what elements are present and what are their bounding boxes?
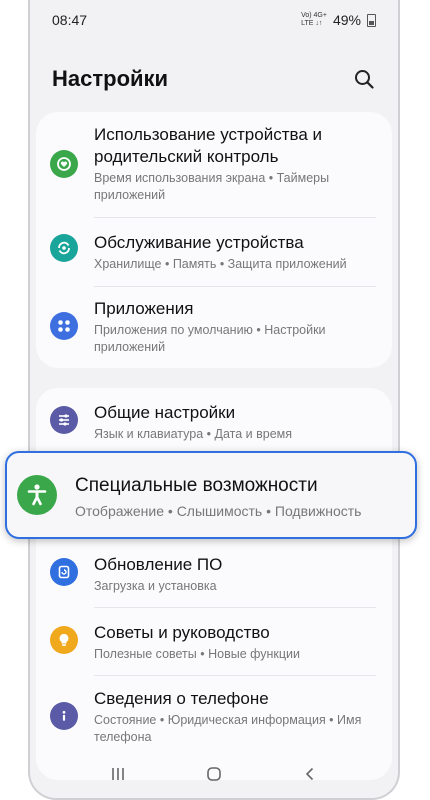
settings-card-1: Использование устройства и родительский …: [36, 112, 392, 368]
item-title: Специальные возможности: [75, 475, 318, 496]
item-subtitle: Загрузка и установка: [94, 579, 217, 593]
item-title: Советы и руководство: [94, 623, 270, 642]
software-update-icon: [50, 558, 78, 586]
settings-item-device-care[interactable]: Обслуживание устройства Хранилище • Памя…: [36, 232, 392, 292]
settings-item-general[interactable]: Общие настройки Язык и клавиатура • Дата…: [36, 402, 392, 446]
status-bar: 08:47 Vo) 4G+ LTE ↓↑ 49%: [30, 0, 398, 40]
item-title: Общие настройки: [94, 403, 236, 422]
divider: [94, 217, 376, 218]
settings-card-2: Общие настройки Язык и клавиатура • Дата…: [36, 388, 392, 780]
settings-item-about-phone[interactable]: Сведения о телефоне Состояние • Юридичес…: [36, 688, 392, 752]
home-icon[interactable]: [199, 759, 229, 789]
settings-item-accessibility[interactable]: Специальные возможности Отображение • Сл…: [5, 451, 417, 539]
divider: [94, 607, 376, 608]
network-indicator: Vo) 4G+ LTE ↓↑: [301, 12, 327, 27]
phone-frame: 08:47 Vo) 4G+ LTE ↓↑ 49% Настройки Испол…: [28, 0, 400, 800]
header: Настройки: [52, 62, 376, 96]
sliders-icon: [50, 406, 78, 434]
item-title: Использование устройства и родительский …: [94, 125, 322, 166]
item-subtitle: Полезные советы • Новые функции: [94, 647, 301, 661]
item-title: Обслуживание устройства: [94, 233, 304, 252]
lightbulb-icon: [50, 626, 78, 654]
accessibility-icon: [17, 475, 57, 515]
settings-item-apps[interactable]: Приложения Приложения по умолчанию • Нас…: [36, 298, 392, 362]
battery-icon: [367, 13, 376, 27]
item-subtitle: Время использования экрана • Таймеры при…: [94, 171, 330, 202]
search-icon[interactable]: [352, 67, 376, 91]
item-subtitle: Состояние • Юридическая информация • Имя…: [94, 713, 362, 744]
recent-apps-icon[interactable]: [103, 759, 133, 789]
page-title: Настройки: [52, 66, 169, 91]
status-indicators: Vo) 4G+ LTE ↓↑ 49%: [301, 12, 376, 28]
settings-item-digital-wellbeing[interactable]: Использование устройства и родительский …: [36, 124, 392, 210]
status-time: 08:47: [52, 12, 88, 28]
divider: [94, 286, 376, 287]
item-subtitle: Приложения по умолчанию • Настройки прил…: [94, 323, 326, 354]
item-title: Обновление ПО: [94, 555, 223, 574]
digital-wellbeing-icon: [50, 150, 78, 178]
item-subtitle: Хранилище • Память • Защита приложений: [94, 257, 347, 271]
settings-item-tips[interactable]: Советы и руководство Полезные советы • Н…: [36, 622, 392, 666]
item-title: Приложения: [94, 299, 194, 318]
settings-item-software-update[interactable]: Обновление ПО Загрузка и установка: [36, 554, 392, 598]
item-subtitle: Язык и клавиатура • Дата и время: [94, 427, 293, 441]
info-icon: [50, 702, 78, 730]
back-icon[interactable]: [295, 759, 325, 789]
device-care-icon: [50, 234, 78, 262]
item-title: Сведения о телефоне: [94, 689, 269, 708]
navigation-bar: [30, 750, 398, 798]
battery-percent: 49%: [332, 12, 361, 28]
apps-icon: [50, 312, 78, 340]
item-subtitle: Отображение • Слышимость • Подвижность: [75, 503, 362, 519]
divider: [94, 675, 376, 676]
